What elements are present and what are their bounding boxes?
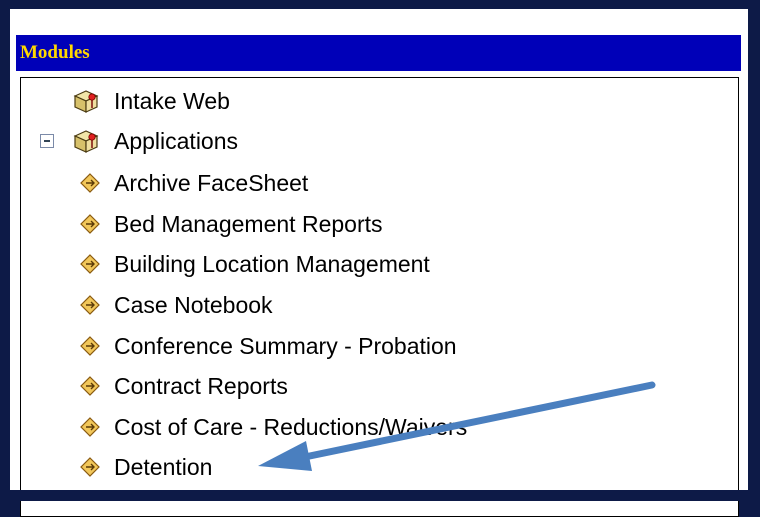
tree-item-label: Bed Management Reports: [114, 210, 383, 237]
tree-item-bed-management-reports[interactable]: Bed Management Reports: [80, 207, 383, 241]
diamond-arrow-icon: [80, 417, 100, 437]
tree-item-archive-facesheet[interactable]: Archive FaceSheet: [80, 166, 308, 200]
tree-item-label: Building Location Management: [114, 250, 430, 277]
tree-item-label: Contract Reports: [114, 372, 288, 399]
tree-item-label: Detention: [114, 453, 213, 480]
tree-item-intake-web[interactable]: Intake Web: [72, 84, 230, 118]
tree-item-label: Conference Summary - Probation: [114, 332, 457, 359]
module-book-icon: [73, 90, 99, 113]
tree-item-label: Case Notebook: [114, 291, 273, 318]
collapse-toggle-icon[interactable]: [40, 134, 54, 148]
tree-item-conference-summary-probation[interactable]: Conference Summary - Probation: [80, 329, 457, 363]
tree-item-label: Applications: [114, 127, 239, 154]
diamond-arrow-icon: [80, 173, 100, 193]
tree-item-label: Cost of Care - Reductions/Waivers: [114, 413, 468, 440]
tree-item-detention[interactable]: Detention: [80, 450, 212, 484]
module-book-icon: [73, 130, 99, 153]
diamond-arrow-icon: [80, 376, 100, 396]
diamond-arrow-icon: [80, 254, 100, 274]
tree-item-case-notebook[interactable]: Case Notebook: [80, 288, 273, 322]
diamond-arrow-icon: [80, 457, 100, 477]
tree-item-label: Intake Web: [114, 87, 230, 114]
tree-item-applications[interactable]: Applications: [72, 124, 238, 158]
tree-item-label: Archive FaceSheet: [114, 169, 309, 196]
diamond-arrow-icon: [80, 295, 100, 315]
diamond-arrow-icon: [80, 214, 100, 234]
modules-header: Modules: [16, 35, 741, 71]
window-frame-bottom: [0, 490, 760, 501]
diamond-arrow-icon: [80, 336, 100, 356]
tree-item-contract-reports[interactable]: Contract Reports: [80, 369, 288, 403]
tree-item-building-location-management[interactable]: Building Location Management: [80, 247, 430, 281]
tree-item-cost-of-care[interactable]: Cost of Care - Reductions/Waivers: [80, 410, 467, 444]
